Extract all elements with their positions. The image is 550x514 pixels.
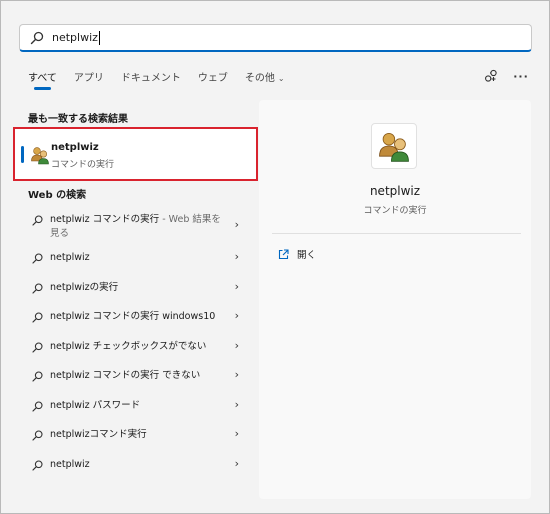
web-result-row[interactable]: netplwiz チェックボックスがでない › xyxy=(19,333,253,363)
tab-documents[interactable]: ドキュメント xyxy=(121,69,181,91)
web-result-label: netplwiz パスワード xyxy=(50,399,141,411)
best-match-name: netplwiz xyxy=(51,142,99,153)
web-result-label: netplwizコマンド実行 xyxy=(50,429,147,440)
selection-indicator xyxy=(21,146,24,163)
share-icon[interactable] xyxy=(483,68,499,84)
web-result-label: netplwiz コマンドの実行 windows10 xyxy=(50,311,216,322)
web-result-row[interactable]: netplwiz パスワード › xyxy=(19,392,253,422)
web-result-row[interactable]: netplwizの実行 › xyxy=(19,274,253,304)
text-caret xyxy=(98,30,100,45)
tab-all[interactable]: すべて xyxy=(28,69,57,91)
search-icon xyxy=(32,400,43,412)
best-match-item[interactable]: netplwiz コマンドの実行 xyxy=(13,127,258,181)
web-result-label: netplwiz xyxy=(50,458,90,470)
web-result-label: netplwiz xyxy=(50,252,90,263)
web-result-label: netplwizの実行 xyxy=(50,281,119,293)
tab-more[interactable]: その他 ⌄ xyxy=(245,69,285,91)
chevron-down-icon: ⌄ xyxy=(277,74,285,83)
user-accounts-icon xyxy=(31,147,49,165)
chevron-right-icon: › xyxy=(234,368,239,381)
divider xyxy=(272,233,521,234)
search-icon xyxy=(32,459,43,471)
filter-tabs: すべて アプリ ドキュメント ウェブ その他 ⌄ xyxy=(28,69,302,91)
user-accounts-icon xyxy=(379,132,409,162)
web-result-row[interactable]: netplwiz コマンドの実行 - Web 結果を見る › xyxy=(19,208,253,244)
search-icon xyxy=(32,430,43,441)
web-result-label: netplwiz コマンドの実行 - Web 結果を見る xyxy=(50,213,228,241)
chevron-right-icon: › xyxy=(234,338,239,352)
chevron-right-icon: › xyxy=(234,397,239,411)
search-icon xyxy=(32,371,43,382)
chevron-right-icon: › xyxy=(234,427,239,440)
more-options-icon[interactable]: ··· xyxy=(513,68,529,84)
search-icon xyxy=(32,341,43,353)
search-box[interactable]: netplwiz xyxy=(19,24,532,52)
search-input[interactable]: netplwiz xyxy=(52,31,98,44)
search-icon xyxy=(30,31,44,44)
web-result-main: netplwiz コマンドの実行 xyxy=(50,214,160,225)
search-icon xyxy=(32,282,43,294)
top-right-actions: ··· xyxy=(483,68,529,84)
search-icon xyxy=(32,253,43,264)
web-result-row[interactable]: netplwiz コマンドの実行 できない › xyxy=(19,362,253,392)
open-label: 開く xyxy=(297,250,317,261)
open-action[interactable]: 開く xyxy=(278,247,316,261)
chevron-right-icon: › xyxy=(234,279,239,293)
web-result-label: netplwiz コマンドの実行 できない xyxy=(50,370,201,381)
search-icon xyxy=(32,215,43,226)
web-result-row[interactable]: netplwiz › xyxy=(19,244,253,274)
tab-more-label: その他 xyxy=(244,73,275,84)
chevron-right-icon: › xyxy=(234,218,239,231)
web-search-heading: Web の検索 xyxy=(28,190,87,201)
search-window: netplwiz すべて アプリ ドキュメント ウェブ その他 ⌄ ··· 最も一… xyxy=(0,0,550,514)
web-results-list: netplwiz コマンドの実行 - Web 結果を見る › netplwiz … xyxy=(19,208,253,480)
chevron-right-icon: › xyxy=(234,250,239,263)
chevron-right-icon: › xyxy=(234,456,239,470)
web-result-row[interactable]: netplwizコマンド実行 › xyxy=(19,421,253,451)
open-external-icon xyxy=(278,248,289,259)
app-large-icon-frame xyxy=(371,123,417,169)
tab-apps[interactable]: アプリ xyxy=(74,69,104,91)
web-result-label: netplwiz チェックボックスがでない xyxy=(50,340,207,352)
tab-web[interactable]: ウェブ xyxy=(198,69,228,91)
search-icon xyxy=(32,312,43,323)
web-result-row[interactable]: netplwiz コマンドの実行 windows10 › xyxy=(19,303,253,333)
detail-title: netplwiz xyxy=(369,184,421,198)
best-match-heading: 最も一致する検索結果 xyxy=(28,114,128,125)
detail-subtitle: コマンドの実行 xyxy=(363,206,427,216)
chevron-right-icon: › xyxy=(234,309,239,322)
web-result-row[interactable]: netplwiz › xyxy=(19,451,253,481)
best-match-subtitle: コマンドの実行 xyxy=(51,160,115,170)
detail-panel: netplwiz コマンドの実行 開く xyxy=(259,100,531,499)
